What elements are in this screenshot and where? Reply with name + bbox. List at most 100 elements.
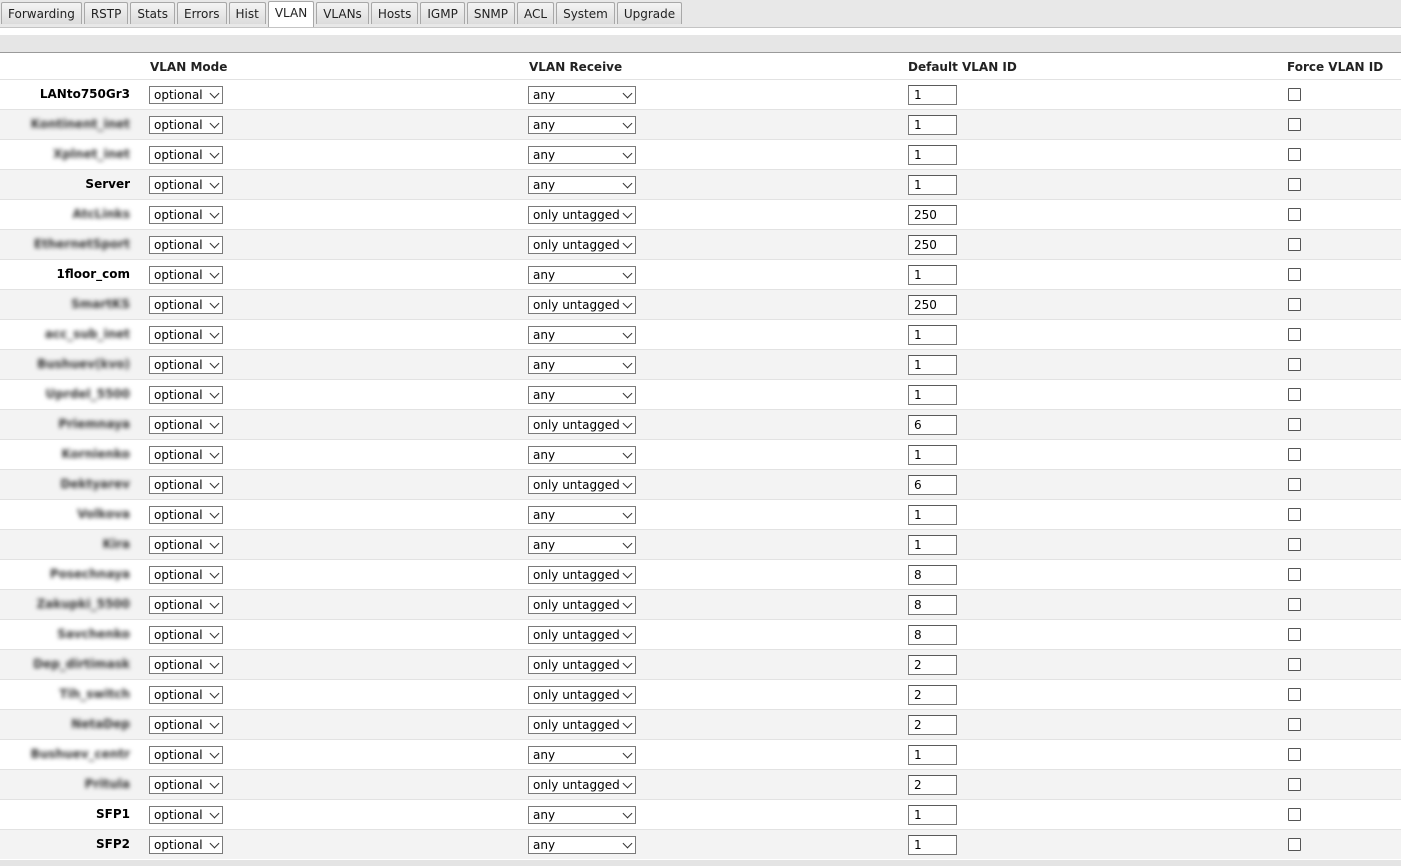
vlan-receive-select[interactable]: any xyxy=(528,326,636,344)
force-vlan-id-checkbox[interactable] xyxy=(1288,808,1301,821)
default-vlan-id-input[interactable]: 2 xyxy=(908,685,957,705)
vlan-mode-select[interactable]: optional xyxy=(149,686,223,704)
vlan-mode-select[interactable]: optional xyxy=(149,476,223,494)
vlan-mode-select[interactable]: optional xyxy=(149,836,223,854)
force-vlan-id-checkbox[interactable] xyxy=(1288,448,1301,461)
vlan-mode-select[interactable]: optional xyxy=(149,356,223,374)
default-vlan-id-input[interactable]: 2 xyxy=(908,655,957,675)
vlan-mode-select[interactable]: optional xyxy=(149,656,223,674)
force-vlan-id-checkbox[interactable] xyxy=(1288,268,1301,281)
force-vlan-id-checkbox[interactable] xyxy=(1288,748,1301,761)
vlan-receive-select[interactable]: only untagged xyxy=(528,566,636,584)
tab-hosts[interactable]: Hosts xyxy=(370,2,419,24)
vlan-mode-select[interactable]: optional xyxy=(149,176,223,194)
tab-igmp[interactable]: IGMP xyxy=(420,2,465,24)
vlan-mode-select[interactable]: optional xyxy=(149,386,223,404)
default-vlan-id-input[interactable]: 2 xyxy=(908,715,957,735)
tab-acl[interactable]: ACL xyxy=(517,2,555,24)
force-vlan-id-checkbox[interactable] xyxy=(1288,178,1301,191)
default-vlan-id-input[interactable]: 8 xyxy=(908,565,957,585)
default-vlan-id-input[interactable]: 1 xyxy=(908,175,957,195)
vlan-receive-select[interactable]: only untagged xyxy=(528,296,636,314)
tab-system[interactable]: System xyxy=(556,2,615,24)
vlan-receive-select[interactable]: any xyxy=(528,176,636,194)
default-vlan-id-input[interactable]: 1 xyxy=(908,265,957,285)
tab-stats[interactable]: Stats xyxy=(130,2,175,24)
force-vlan-id-checkbox[interactable] xyxy=(1288,418,1301,431)
force-vlan-id-checkbox[interactable] xyxy=(1288,208,1301,221)
force-vlan-id-checkbox[interactable] xyxy=(1288,88,1301,101)
force-vlan-id-checkbox[interactable] xyxy=(1288,838,1301,851)
force-vlan-id-checkbox[interactable] xyxy=(1288,148,1301,161)
default-vlan-id-input[interactable]: 1 xyxy=(908,325,957,345)
vlan-receive-select[interactable]: any xyxy=(528,536,636,554)
vlan-receive-select[interactable]: any xyxy=(528,146,636,164)
default-vlan-id-input[interactable]: 1 xyxy=(908,505,957,525)
vlan-receive-select[interactable]: any xyxy=(528,836,636,854)
vlan-mode-select[interactable]: optional xyxy=(149,116,223,134)
default-vlan-id-input[interactable]: 2 xyxy=(908,775,957,795)
force-vlan-id-checkbox[interactable] xyxy=(1288,298,1301,311)
vlan-receive-select[interactable]: only untagged xyxy=(528,206,636,224)
vlan-receive-select[interactable]: any xyxy=(528,266,636,284)
force-vlan-id-checkbox[interactable] xyxy=(1288,598,1301,611)
vlan-receive-select[interactable]: only untagged xyxy=(528,476,636,494)
vlan-mode-select[interactable]: optional xyxy=(149,206,223,224)
force-vlan-id-checkbox[interactable] xyxy=(1288,688,1301,701)
default-vlan-id-input[interactable]: 1 xyxy=(908,355,957,375)
force-vlan-id-checkbox[interactable] xyxy=(1288,358,1301,371)
vlan-receive-select[interactable]: only untagged xyxy=(528,686,636,704)
default-vlan-id-input[interactable]: 1 xyxy=(908,85,957,105)
vlan-mode-select[interactable]: optional xyxy=(149,566,223,584)
vlan-mode-select[interactable]: optional xyxy=(149,296,223,314)
default-vlan-id-input[interactable]: 1 xyxy=(908,535,957,555)
default-vlan-id-input[interactable]: 1 xyxy=(908,835,957,855)
vlan-mode-select[interactable]: optional xyxy=(149,776,223,794)
vlan-mode-select[interactable]: optional xyxy=(149,326,223,344)
vlan-mode-select[interactable]: optional xyxy=(149,506,223,524)
vlan-receive-select[interactable]: any xyxy=(528,386,636,404)
default-vlan-id-input[interactable]: 1 xyxy=(908,115,957,135)
vlan-mode-select[interactable]: optional xyxy=(149,146,223,164)
default-vlan-id-input[interactable]: 250 xyxy=(908,235,957,255)
tab-rstp[interactable]: RSTP xyxy=(83,2,129,24)
default-vlan-id-input[interactable]: 8 xyxy=(908,625,957,645)
vlan-receive-select[interactable]: only untagged xyxy=(528,656,636,674)
force-vlan-id-checkbox[interactable] xyxy=(1288,778,1301,791)
vlan-mode-select[interactable]: optional xyxy=(149,536,223,554)
force-vlan-id-checkbox[interactable] xyxy=(1288,568,1301,581)
force-vlan-id-checkbox[interactable] xyxy=(1288,388,1301,401)
vlan-mode-select[interactable]: optional xyxy=(149,446,223,464)
tab-vlans[interactable]: VLANs xyxy=(316,2,369,24)
vlan-mode-select[interactable]: optional xyxy=(149,716,223,734)
tab-hist[interactable]: Hist xyxy=(228,2,266,24)
default-vlan-id-input[interactable]: 1 xyxy=(908,745,957,765)
vlan-mode-select[interactable]: optional xyxy=(149,416,223,434)
tab-errors[interactable]: Errors xyxy=(177,2,227,24)
force-vlan-id-checkbox[interactable] xyxy=(1288,718,1301,731)
vlan-receive-select[interactable]: any xyxy=(528,116,636,134)
vlan-receive-select[interactable]: any xyxy=(528,806,636,824)
vlan-mode-select[interactable]: optional xyxy=(149,626,223,644)
force-vlan-id-checkbox[interactable] xyxy=(1288,118,1301,131)
vlan-receive-select[interactable]: any xyxy=(528,446,636,464)
vlan-mode-select[interactable]: optional xyxy=(149,266,223,284)
default-vlan-id-input[interactable]: 1 xyxy=(908,445,957,465)
vlan-receive-select[interactable]: any xyxy=(528,746,636,764)
vlan-receive-select[interactable]: only untagged xyxy=(528,596,636,614)
tab-snmp[interactable]: SNMP xyxy=(466,2,516,24)
default-vlan-id-input[interactable]: 6 xyxy=(908,475,957,495)
force-vlan-id-checkbox[interactable] xyxy=(1288,538,1301,551)
default-vlan-id-input[interactable]: 6 xyxy=(908,415,957,435)
vlan-receive-select[interactable]: any xyxy=(528,356,636,374)
vlan-receive-select[interactable]: any xyxy=(528,86,636,104)
default-vlan-id-input[interactable]: 1 xyxy=(908,145,957,165)
vlan-mode-select[interactable]: optional xyxy=(149,596,223,614)
vlan-mode-select[interactable]: optional xyxy=(149,746,223,764)
force-vlan-id-checkbox[interactable] xyxy=(1288,478,1301,491)
default-vlan-id-input[interactable]: 1 xyxy=(908,385,957,405)
vlan-mode-select[interactable]: optional xyxy=(149,236,223,254)
tab-vlan[interactable]: VLAN xyxy=(267,1,315,27)
vlan-receive-select[interactable]: any xyxy=(528,506,636,524)
force-vlan-id-checkbox[interactable] xyxy=(1288,508,1301,521)
